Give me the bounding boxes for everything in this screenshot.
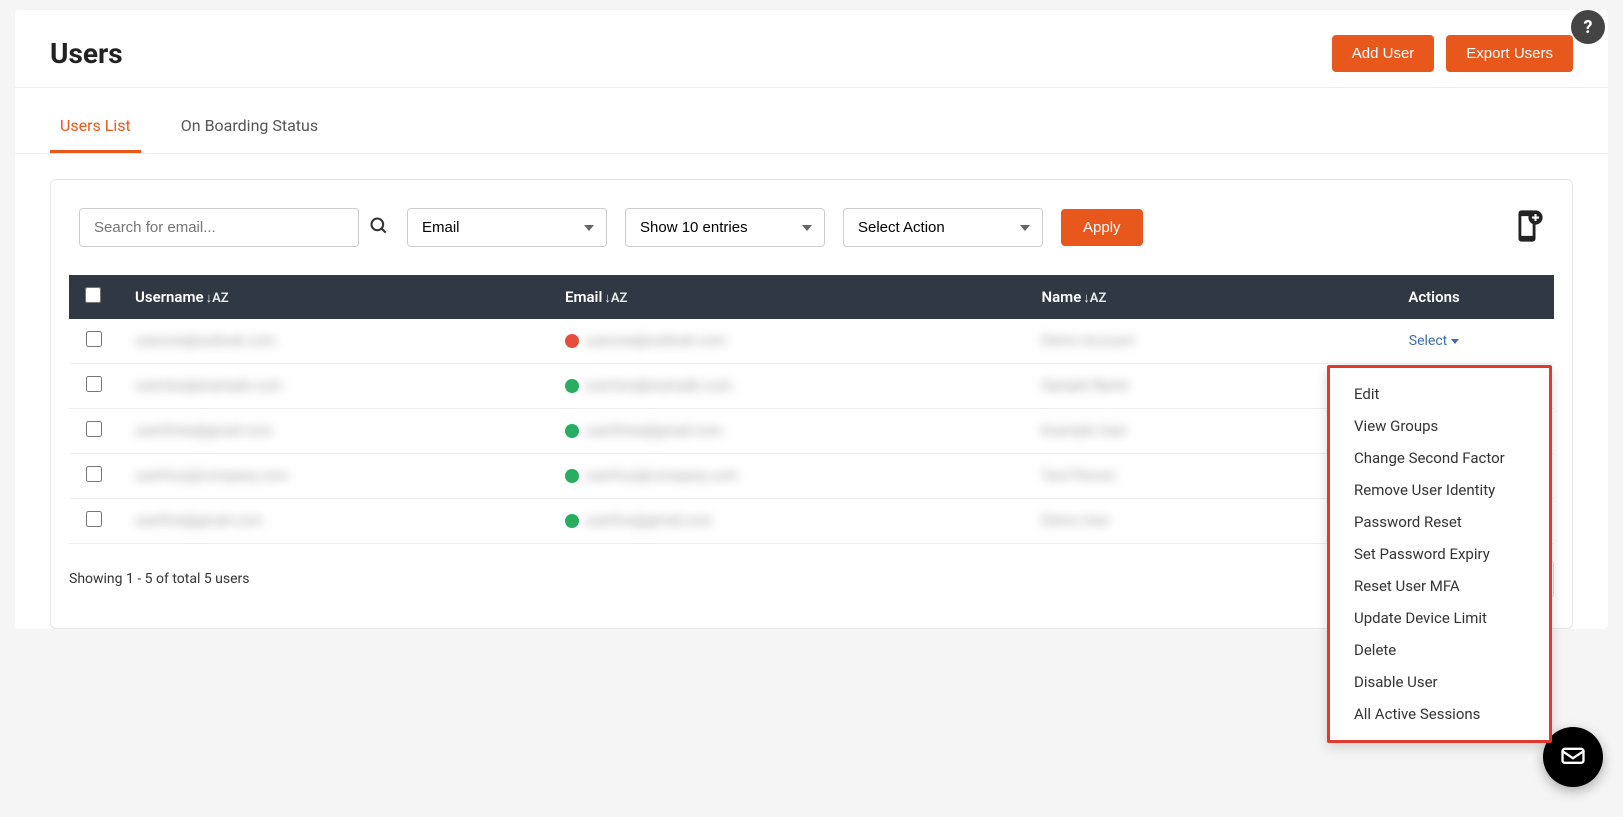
column-email-label: Email <box>565 288 602 306</box>
caret-down-icon <box>1451 339 1459 344</box>
cell-email: userone@outlook.com <box>585 333 726 349</box>
cell-email: userfour@company.com <box>585 468 738 484</box>
users-page: Users Add User Export Users Users List O… <box>15 10 1608 629</box>
page-header: Users Add User Export Users <box>15 10 1608 88</box>
menu-item-change-second-factor[interactable]: Change Second Factor <box>1330 442 1549 474</box>
chat-icon <box>1559 743 1587 771</box>
column-name-label: Name <box>1042 288 1082 306</box>
pagination-summary: Showing 1 - 5 of total 5 users <box>69 571 250 587</box>
bulk-action-select[interactable]: Select Action <box>843 208 1043 247</box>
row-checkbox[interactable] <box>86 331 102 347</box>
menu-item-password-reset[interactable]: Password Reset <box>1330 506 1549 538</box>
column-actions: Actions <box>1314 275 1554 319</box>
cell-username: userfive@gmail.com <box>135 513 262 529</box>
page-title: Users <box>50 37 123 70</box>
users-panel: Email Show 10 entries Select Action Appl… <box>50 179 1573 629</box>
menu-item-all-active-sessions[interactable]: All Active Sessions <box>1330 698 1549 730</box>
header-actions: Add User Export Users <box>1332 35 1573 72</box>
chat-button[interactable] <box>1543 727 1603 787</box>
menu-item-remove-user-identity[interactable]: Remove User Identity <box>1330 474 1549 506</box>
status-dot-icon <box>565 334 579 348</box>
tab-users-list[interactable]: Users List <box>50 98 141 153</box>
search-icon[interactable] <box>369 216 389 240</box>
cell-username: userthree@gmail.com <box>135 423 273 439</box>
entries-select[interactable]: Show 10 entries <box>625 208 825 247</box>
cell-username: usertwo@example.com <box>135 378 282 394</box>
table-row: userone@outlook.com userone@outlook.com De… <box>69 319 1554 364</box>
filter-field-select[interactable]: Email <box>407 208 607 247</box>
menu-item-delete[interactable]: Delete <box>1330 634 1549 666</box>
sort-icon: ↓AZ <box>604 291 627 306</box>
apply-button[interactable]: Apply <box>1061 209 1143 246</box>
cell-email: usertwo@example.com <box>585 378 732 394</box>
cell-email: userfive@gmail.com <box>585 513 712 529</box>
row-select-action[interactable]: Select <box>1330 333 1538 349</box>
filter-row: Email Show 10 entries Select Action Appl… <box>51 180 1572 265</box>
add-device-icon[interactable] <box>1510 209 1544 247</box>
menu-item-set-password-expiry[interactable]: Set Password Expiry <box>1330 538 1549 570</box>
export-users-button[interactable]: Export Users <box>1446 35 1573 72</box>
row-checkbox[interactable] <box>86 421 102 437</box>
column-email[interactable]: Email↓AZ <box>549 275 1025 319</box>
menu-item-reset-user-mfa[interactable]: Reset User MFA <box>1330 570 1549 602</box>
cell-name: Demo Account <box>1042 333 1134 349</box>
sort-icon: ↓AZ <box>1083 291 1106 306</box>
menu-item-view-groups[interactable]: View Groups <box>1330 410 1549 442</box>
status-dot-icon <box>565 514 579 528</box>
status-dot-icon <box>565 424 579 438</box>
search-input[interactable] <box>79 208 359 247</box>
cell-username: userone@outlook.com <box>135 333 276 349</box>
menu-item-edit[interactable]: Edit <box>1330 378 1549 410</box>
menu-item-update-device-limit[interactable]: Update Device Limit <box>1330 602 1549 634</box>
column-username[interactable]: Username↓AZ <box>119 275 549 319</box>
cell-name: Test Person <box>1042 468 1116 484</box>
cell-name: Demo User <box>1042 513 1111 529</box>
column-username-label: Username <box>135 288 204 306</box>
tab-onboarding-status[interactable]: On Boarding Status <box>171 98 328 153</box>
cell-email: userthree@gmail.com <box>585 423 723 439</box>
row-checkbox[interactable] <box>86 376 102 392</box>
cell-username: userfour@company.com <box>135 468 288 484</box>
menu-item-disable-user[interactable]: Disable User <box>1330 666 1549 698</box>
search-wrap <box>79 208 389 247</box>
status-dot-icon <box>565 379 579 393</box>
add-user-button[interactable]: Add User <box>1332 35 1435 72</box>
status-dot-icon <box>565 469 579 483</box>
select-all-checkbox[interactable] <box>85 287 101 303</box>
row-actions-menu: EditView GroupsChange Second FactorRemov… <box>1327 365 1552 743</box>
help-button[interactable]: ? <box>1571 10 1605 44</box>
cell-name: Sample Name <box>1042 378 1130 394</box>
row-checkbox[interactable] <box>86 511 102 527</box>
sort-icon: ↓AZ <box>206 291 229 306</box>
tabs: Users List On Boarding Status <box>15 98 1608 154</box>
row-checkbox[interactable] <box>86 466 102 482</box>
column-name[interactable]: Name↓AZ <box>1026 275 1315 319</box>
cell-name: Example User <box>1042 423 1127 439</box>
